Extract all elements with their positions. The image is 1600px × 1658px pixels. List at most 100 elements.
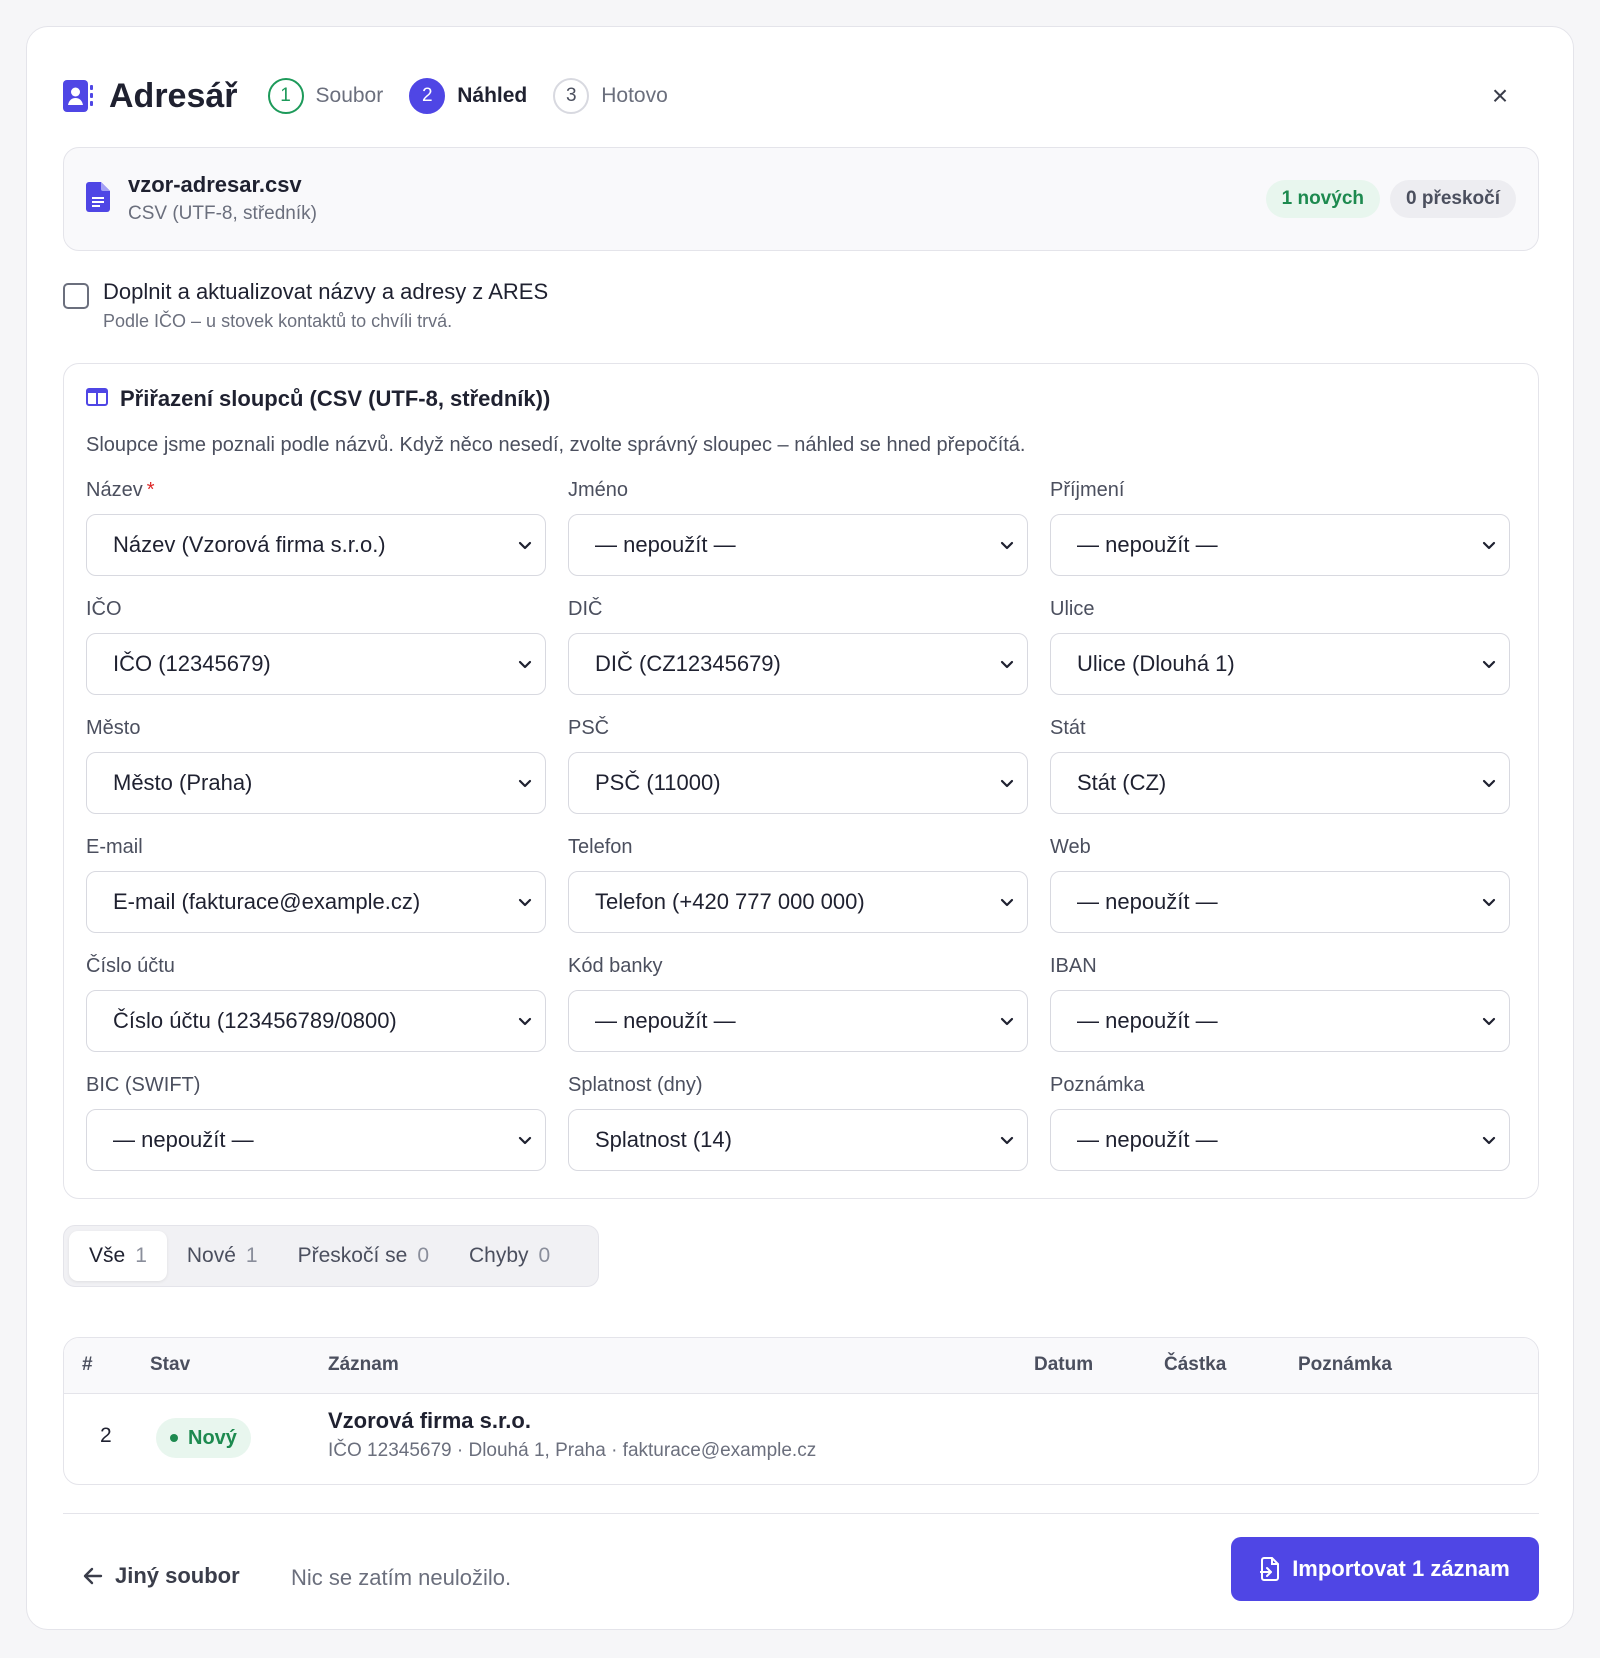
mapping-title-text: Přiřazení sloupců (CSV (UTF-8, středník)…: [120, 386, 551, 411]
step-preview[interactable]: 2 Náhled: [409, 78, 527, 114]
column-header-note: Poznámka: [1298, 1354, 1392, 1375]
footer-divider: [63, 1513, 1539, 1514]
column-header-num: #: [82, 1354, 93, 1375]
column-select[interactable]: IČO (12345679): [86, 633, 546, 695]
field-bic: BIC (SWIFT) — nepoužít —: [86, 1073, 546, 1192]
tab-count: 0: [417, 1244, 429, 1267]
tab-skipped[interactable]: Přeskočí se 0: [278, 1231, 449, 1281]
back-label: Jiný soubor: [115, 1563, 240, 1588]
status-dot-icon: [170, 1434, 178, 1442]
select-value: — nepoužít —: [595, 1008, 736, 1033]
column-select[interactable]: — nepoužít —: [1050, 514, 1510, 576]
step-file[interactable]: 1 Soubor: [267, 78, 383, 114]
ares-checkbox[interactable]: [63, 283, 89, 309]
column-select[interactable]: Město (Praha): [86, 752, 546, 814]
column-select[interactable]: Ulice (Dlouhá 1): [1050, 633, 1510, 695]
field-dic: DIČ DIČ (CZ12345679): [568, 597, 1028, 716]
select-value: — nepoužít —: [1077, 532, 1218, 557]
tab-errors[interactable]: Chyby 0: [449, 1231, 570, 1281]
import-button[interactable]: Importovat 1 záznam: [1231, 1537, 1539, 1601]
field-due-days: Splatnost (dny) Splatnost (14): [568, 1073, 1028, 1192]
column-select[interactable]: — nepoužít —: [1050, 990, 1510, 1052]
column-select[interactable]: Stát (CZ): [1050, 752, 1510, 814]
column-select[interactable]: Název (Vzorová firma s.r.o.): [86, 514, 546, 576]
tab-label: Vše: [89, 1244, 126, 1267]
summary-badges: 1 nových 0 přeskočí: [1265, 180, 1516, 218]
select-value: Název (Vzorová firma s.r.o.): [113, 532, 386, 557]
field-bank-code: Kód banky — nepoužít —: [568, 954, 1028, 1073]
tab-all[interactable]: Vše 1: [69, 1231, 167, 1281]
field-label: Název *: [86, 478, 546, 514]
select-value: Splatnost (14): [595, 1127, 732, 1152]
field-web: Web — nepoužít —: [1050, 835, 1510, 954]
step-label: Hotovo: [601, 84, 668, 107]
tab-new[interactable]: Nové 1: [167, 1231, 278, 1281]
choose-another-file-button[interactable]: Jiný soubor: [83, 1563, 240, 1589]
chevron-down-icon: [1481, 537, 1497, 558]
field-street: Ulice Ulice (Dlouhá 1): [1050, 597, 1510, 716]
document-icon: [86, 182, 110, 217]
field-label: Město: [86, 717, 141, 739]
field-name: Název * Název (Vzorová firma s.r.o.): [86, 478, 546, 597]
select-value: DIČ (CZ12345679): [595, 651, 781, 676]
select-value: Stát (CZ): [1077, 770, 1167, 795]
field-iban: IBAN — nepoužít —: [1050, 954, 1510, 1073]
column-select[interactable]: — nepoužít —: [568, 514, 1028, 576]
filter-tabs: Vše 1 Nové 1 Přeskočí se 0 Chyby 0: [63, 1225, 599, 1287]
close-icon: ×: [1491, 80, 1509, 111]
tab-count: 0: [538, 1244, 551, 1267]
field-ico: IČO IČO (12345679): [86, 597, 546, 716]
field-account-number: Číslo účtu Číslo účtu (123456789/0800): [86, 954, 546, 1073]
ares-checkbox-label[interactable]: Doplnit a aktualizovat názvy a adresy z …: [103, 279, 548, 305]
column-header-date: Datum: [1034, 1354, 1094, 1375]
column-select[interactable]: E-mail (fakturace@example.cz): [86, 871, 546, 933]
select-value: Číslo účtu (123456789/0800): [113, 1008, 397, 1033]
column-select[interactable]: — nepoužít —: [1050, 871, 1510, 933]
column-select[interactable]: PSČ (11000): [568, 752, 1028, 814]
field-label: Příjmení: [1050, 479, 1125, 501]
column-select[interactable]: — nepoužít —: [568, 990, 1028, 1052]
select-value: — nepoužít —: [1077, 1127, 1218, 1152]
import-modal: Adresář 1 Soubor 2 Náhled 3 Hotovo × vzo…: [26, 26, 1574, 1630]
field-label: Jméno: [568, 479, 629, 501]
chevron-down-icon: [999, 894, 1015, 915]
column-select[interactable]: — nepoužít —: [1050, 1109, 1510, 1171]
status-badge: Nový: [156, 1418, 251, 1458]
close-button[interactable]: ×: [1483, 79, 1517, 113]
step-number: 3: [553, 78, 590, 114]
record-title: Vzorová firma s.r.o.: [328, 1408, 531, 1433]
column-select[interactable]: Splatnost (14): [568, 1109, 1028, 1171]
select-value: E-mail (fakturace@example.cz): [113, 889, 421, 914]
field-label: Číslo účtu: [86, 955, 175, 977]
field-last-name: Příjmení — nepoužít —: [1050, 478, 1510, 597]
field-label-text: Název: [86, 479, 143, 501]
select-value: Ulice (Dlouhá 1): [1077, 651, 1235, 676]
chevron-down-icon: [1481, 656, 1497, 677]
column-select[interactable]: Číslo účtu (123456789/0800): [86, 990, 546, 1052]
column-header-record: Záznam: [328, 1354, 399, 1375]
chevron-down-icon: [517, 894, 533, 915]
tab-count: 1: [135, 1244, 147, 1267]
field-label: Ulice: [1050, 598, 1095, 620]
tab-label: Nové: [186, 1244, 236, 1267]
chevron-down-icon: [999, 775, 1015, 796]
field-email: E-mail E-mail (fakturace@example.cz): [86, 835, 546, 954]
column-select[interactable]: — nepoužít —: [86, 1109, 546, 1171]
field-label: Stát: [1050, 717, 1086, 739]
select-value: — nepoužít —: [113, 1127, 254, 1152]
field-label: IČO: [86, 598, 122, 620]
select-value: — nepoužít —: [595, 532, 736, 557]
field-zip: PSČ PSČ (11000): [568, 716, 1028, 835]
select-value: Město (Praha): [113, 770, 253, 795]
field-city: Město Město (Praha): [86, 716, 546, 835]
chevron-down-icon: [999, 656, 1015, 677]
modal-title: Adresář: [109, 76, 238, 115]
column-select[interactable]: DIČ (CZ12345679): [568, 633, 1028, 695]
columns-icon: [86, 386, 108, 412]
step-done[interactable]: 3 Hotovo: [553, 78, 668, 114]
step-label: Náhled: [457, 84, 528, 107]
column-header-amount: Částka: [1164, 1354, 1227, 1375]
column-select[interactable]: Telefon (+420 777 000 000): [568, 871, 1028, 933]
chevron-down-icon: [1481, 1013, 1497, 1034]
ares-hint: Podle IČO – u stovek kontaktů to chvíli …: [103, 311, 453, 331]
